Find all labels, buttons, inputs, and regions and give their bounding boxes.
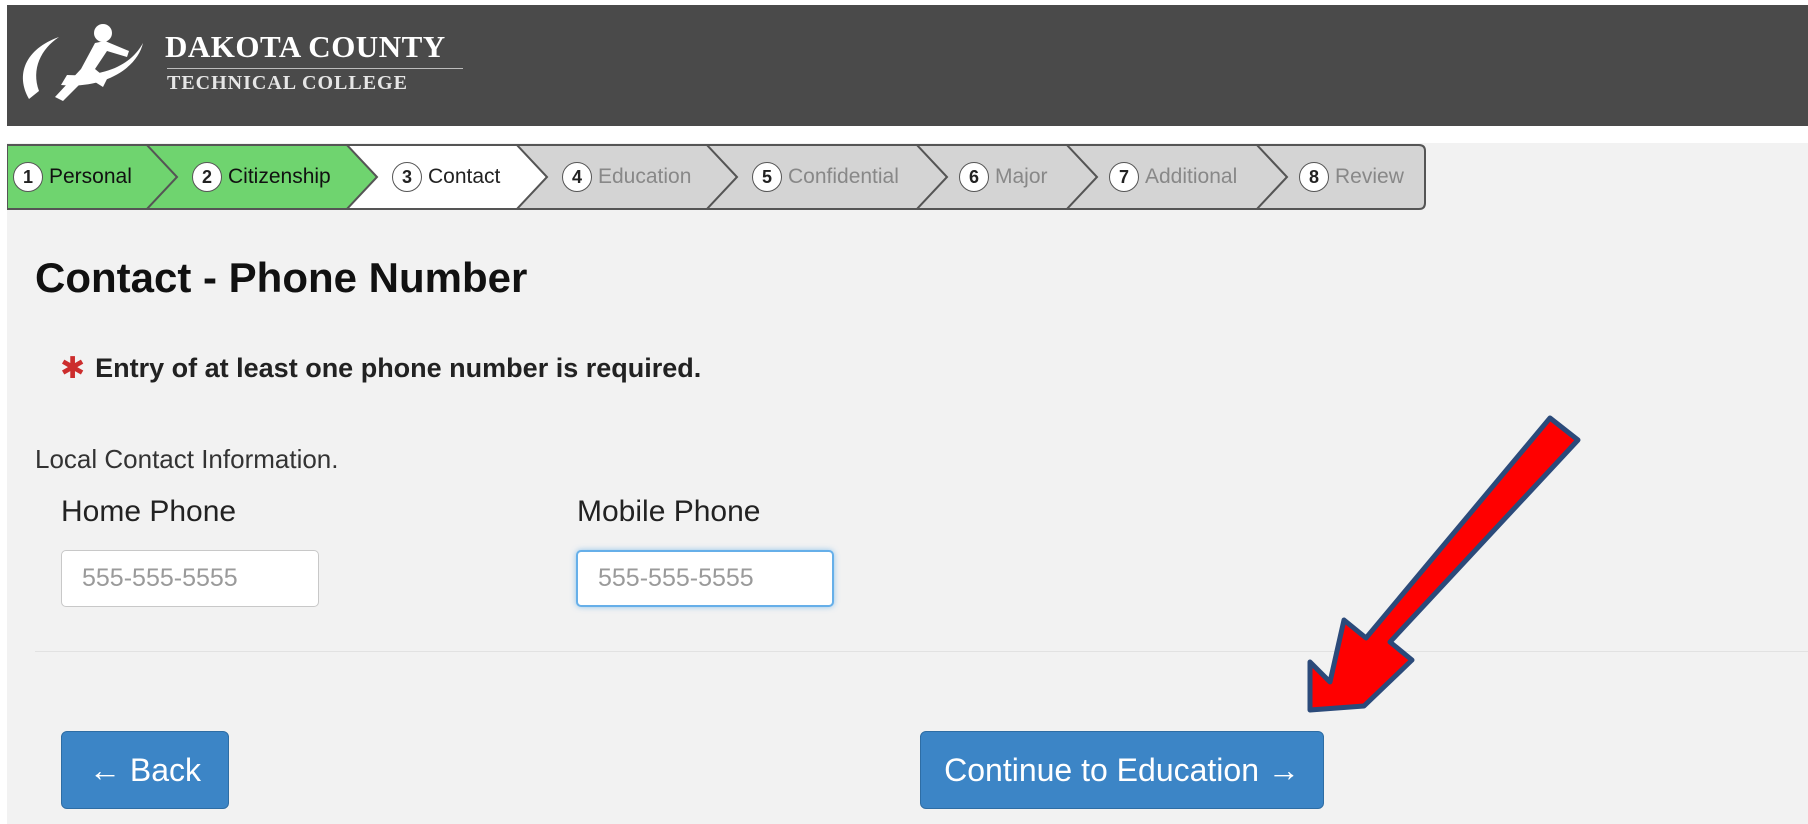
step-education[interactable]: 4 Education bbox=[562, 144, 691, 210]
step-number: 1 bbox=[13, 162, 43, 192]
step-label: Contact bbox=[428, 165, 501, 188]
site-header: DAKOTA COUNTY TECHNICAL COLLEGE bbox=[7, 5, 1808, 126]
college-logo-icon bbox=[22, 24, 143, 101]
step-personal[interactable]: 1 Personal bbox=[13, 144, 132, 210]
continue-to-education-button[interactable]: Continue to Education → bbox=[920, 731, 1324, 809]
step-label: Additional bbox=[1145, 165, 1238, 188]
step-label: Education bbox=[598, 165, 692, 188]
brand-subname: TECHNICAL COLLEGE bbox=[167, 72, 408, 94]
step-number: 6 bbox=[959, 162, 989, 192]
step-additional[interactable]: 7 Additional bbox=[1109, 144, 1237, 210]
step-review[interactable]: 8 Review bbox=[1299, 144, 1404, 210]
red-arrow-icon bbox=[1307, 415, 1581, 713]
step-label: Review bbox=[1335, 165, 1404, 188]
step-major[interactable]: 6 Major bbox=[959, 144, 1048, 210]
mobile-phone-label: Mobile Phone bbox=[577, 495, 761, 528]
back-button[interactable]: ← Back bbox=[61, 731, 229, 809]
brand-divider bbox=[167, 68, 463, 69]
step-citizenship[interactable]: 2 Citizenship bbox=[192, 144, 331, 210]
step-label: Confidential bbox=[788, 165, 899, 188]
step-number: 7 bbox=[1109, 162, 1139, 192]
progress-stepper: 1 Personal 2 Citizenship 3 Contact 4 Edu… bbox=[7, 144, 1427, 210]
step-contact[interactable]: 3 Contact bbox=[392, 144, 500, 210]
step-label: Personal bbox=[49, 165, 132, 188]
step-number: 5 bbox=[752, 162, 782, 192]
required-note: Entry of at least one phone number is re… bbox=[95, 353, 702, 383]
brand-name: DAKOTA COUNTY bbox=[165, 29, 446, 64]
step-confidential[interactable]: 5 Confidential bbox=[752, 144, 899, 210]
home-phone-label: Home Phone bbox=[61, 495, 237, 528]
step-number: 8 bbox=[1299, 162, 1329, 192]
home-phone-input[interactable] bbox=[61, 550, 319, 607]
required-asterisk-icon: ✱ bbox=[60, 351, 86, 385]
step-label: Major bbox=[995, 165, 1048, 188]
step-number: 4 bbox=[562, 162, 592, 192]
required-notice: ✱ Entry of at least one phone number is … bbox=[60, 353, 701, 384]
page-title: Contact - Phone Number bbox=[35, 254, 528, 301]
mobile-phone-input[interactable] bbox=[576, 550, 834, 607]
step-label: Citizenship bbox=[228, 165, 331, 188]
section-label: Local Contact Information. bbox=[35, 444, 339, 474]
step-number: 2 bbox=[192, 162, 222, 192]
step-number: 3 bbox=[392, 162, 422, 192]
